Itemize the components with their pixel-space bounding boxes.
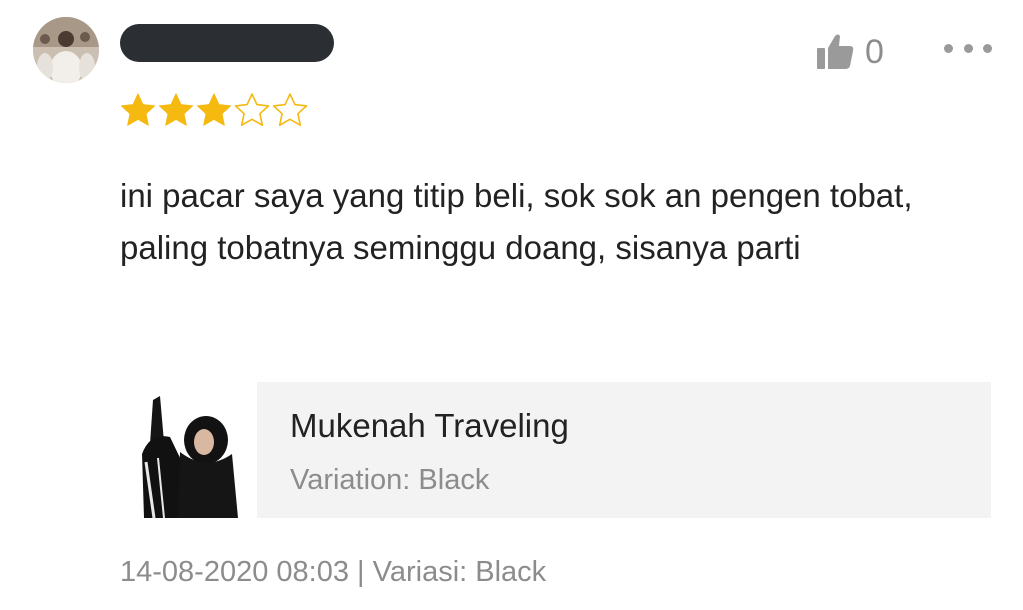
more-options-button[interactable] (944, 38, 992, 58)
review-text: ini pacar saya yang titip beli, sok sok … (120, 177, 913, 266)
more-dot-icon (983, 43, 992, 53)
star-filled-icon (121, 93, 155, 126)
review-meta: 14-08-2020 08:03 | Variasi: Black (120, 550, 546, 594)
product-card[interactable]: Mukenah Traveling Variation: Black (120, 382, 991, 518)
star-filled-icon (197, 93, 231, 126)
star-filled-icon (159, 93, 193, 126)
username-redacted (120, 24, 334, 62)
thumbs-up-icon (815, 33, 855, 71)
product-name: Mukenah Traveling (290, 407, 569, 444)
product-thumbnail (120, 382, 257, 518)
more-dot-icon (963, 43, 973, 53)
product-variation: Variation: Black (290, 464, 490, 496)
reviewer-avatar[interactable] (33, 17, 99, 83)
like-button[interactable]: 0 (815, 30, 884, 74)
rating-stars (120, 92, 308, 128)
more-dot-icon (944, 43, 953, 53)
star-empty-icon (234, 93, 270, 127)
review-datetime: 14-08-2020 08:03 (120, 556, 349, 588)
review-variation: Variasi: Black (372, 556, 547, 588)
star-empty-icon (272, 93, 308, 127)
like-count: 0 (865, 33, 884, 71)
meta-separator: | (357, 556, 365, 588)
